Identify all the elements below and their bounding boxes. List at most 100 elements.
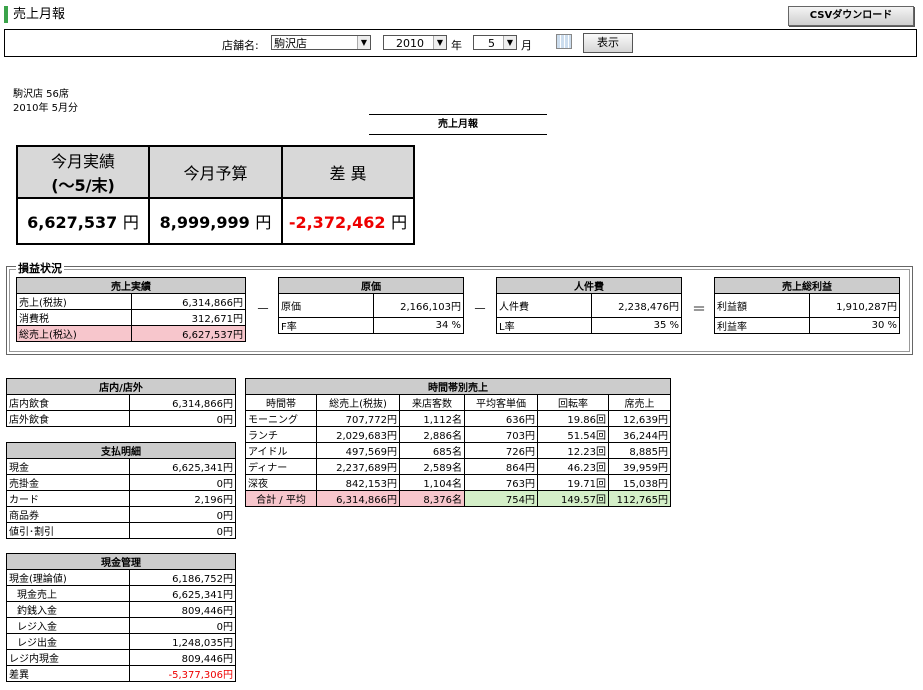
row-value: 6,625,341円 [129,458,236,475]
row-value: 6,625,341円 [129,585,236,602]
summary-table: 今月実績 (～5/末) 今月予算 差 異 6,627,537 円 8,999,9… [16,145,415,245]
cost-table: 原価 原価 2,166,103円 F率 34 % [278,277,464,334]
row-label: 原価 [278,293,374,318]
chevron-down-icon: ▼ [433,36,446,49]
summary-actual-value: 6,627,537 円 [16,197,150,245]
column-header: 来店客数 [399,394,465,411]
row-value: 35 % [591,317,682,334]
summary-header-actual: 今月実績 (～5/末) [16,145,150,199]
table-header: 売上実績 [16,277,246,294]
inout-table: 店内/店外 店内飲食 6,314,866円 店外飲食 0円 [6,378,236,427]
row-value: 0円 [129,617,236,634]
month-label: 月 [521,39,532,52]
row-value: 0円 [129,474,236,491]
row-value: 2,238,476円 [591,293,682,318]
timeband-table: 時間帯別売上 時間帯 総売上(税抜) 来店客数 平均客単価 回転率 席売上 モー… [245,378,671,507]
row-value: 0円 [129,506,236,523]
row-value: 312,671円 [131,309,246,326]
column-header: 総売上(税抜) [316,394,400,411]
chevron-down-icon: ▼ [503,36,516,49]
row-value: 809,446円 [129,649,236,666]
month-select[interactable]: 5 ▼ [473,35,517,50]
row-label: 利益額 [714,293,810,318]
row-label: カード [6,490,130,507]
page-title: 売上月報 [4,6,65,23]
row-label: 利益率 [714,317,810,334]
table-header: 支払明細 [6,442,236,459]
column-header: 時間帯 [245,394,317,411]
report-title: 売上月報 [369,114,547,135]
row-value: -5,377,306円 [129,665,236,682]
table-header: 店内/店外 [6,378,236,395]
table-row: アイドル 497,569円 685名 726円 12.23回 8,885円 [245,442,671,459]
table-row: モーニング 707,772円 1,112名 636円 19.86回 12,639円 [245,410,671,427]
table-row: ディナー 2,237,689円 2,589名 864円 46.23回 39,959円 [245,458,671,475]
year-label: 年 [451,39,462,52]
pl-section-title: 損益状況 [16,260,64,276]
month-select-value: 5 [488,37,495,50]
cash-table: 現金管理 現金(理論値) 6,186,752円 現金売上 6,625,341円 釣銭… [6,553,236,682]
csv-download-button[interactable]: CSVダウンロード [788,6,914,26]
table-header: 時間帯別売上 [245,378,671,395]
labor-cost-table: 人件費 人件費 2,238,476円 L率 35 % [496,277,682,334]
payment-table: 支払明細 現金 6,625,341円 売掛金 0円 カード 2,196円 商品券 0円 … [6,442,236,539]
table-row: ランチ 2,029,683円 2,886名 703円 51.54回 36,244円 [245,426,671,443]
row-label: 店内飲食 [6,394,130,411]
summary-diff-value: -2,372,462 円 [281,197,415,245]
row-value: 0円 [129,522,236,539]
row-label: 値引･割引 [6,522,130,539]
row-value: 2,196円 [129,490,236,507]
table-header: 現金管理 [6,553,236,570]
store-select-value: 駒沢店 [274,37,307,50]
column-header: 平均客単価 [464,394,538,411]
store-select[interactable]: 駒沢店 ▼ [271,35,371,50]
column-header: 回転率 [537,394,609,411]
year-select[interactable]: 2010 ▼ [383,35,447,50]
total-row: 合計 / 平均 6,314,866円 8,376名 754円 149.57回 1… [245,490,671,507]
row-value: 0円 [129,410,236,427]
row-label: F率 [278,317,374,334]
store-seats: 駒沢店 56席 [13,89,69,100]
row-label: 店外飲食 [6,410,130,427]
row-label: 現金(理論値) [6,569,130,586]
row-label: 売上(税抜) [16,293,132,310]
row-value: 1,910,287円 [809,293,900,318]
row-value: 6,314,866円 [131,293,246,310]
sales-results-table: 売上実績 売上(税抜) 6,314,866円 消費税 312,671円 総売上(税込… [16,277,246,342]
row-label: レジ内現金 [6,649,130,666]
row-label: 差異 [6,665,130,682]
table-header: 人件費 [496,277,682,294]
equals-operator: ＝ [692,302,706,318]
minus-operator: － [473,302,487,318]
calendar-icon[interactable] [556,34,572,49]
row-value: 6,186,752円 [129,569,236,586]
row-value: 30 % [809,317,900,334]
row-label: 売掛金 [6,474,130,491]
table-header: 売上総利益 [714,277,900,294]
year-select-value: 2010 [396,37,424,50]
row-value: 809,446円 [129,601,236,618]
table-row: 深夜 842,153円 1,104名 763円 19.71回 15,038円 [245,474,671,491]
row-value: 34 % [373,317,464,334]
summary-header-budget: 今月予算 [148,145,283,199]
chevron-down-icon: ▼ [357,36,370,49]
row-label: 現金売上 [6,585,130,602]
summary-header-diff: 差 異 [281,145,415,199]
row-label: L率 [496,317,592,334]
store-label: 店舗名: [222,39,259,52]
row-label: 現金 [6,458,130,475]
row-label: 人件費 [496,293,592,318]
minus-operator: － [256,302,270,318]
table-header: 原価 [278,277,464,294]
row-value: 1,248,035円 [129,633,236,650]
summary-budget-value: 8,999,999 円 [148,197,283,245]
row-label: 総売上(税込) [16,325,132,342]
row-label: 消費税 [16,309,132,326]
row-label: 商品券 [6,506,130,523]
row-label: 釣銭入金 [6,601,130,618]
row-value: 6,627,537円 [131,325,246,342]
show-button[interactable]: 表示 [583,33,633,53]
row-label: レジ入金 [6,617,130,634]
row-value: 6,314,866円 [129,394,236,411]
row-label: レジ出金 [6,633,130,650]
